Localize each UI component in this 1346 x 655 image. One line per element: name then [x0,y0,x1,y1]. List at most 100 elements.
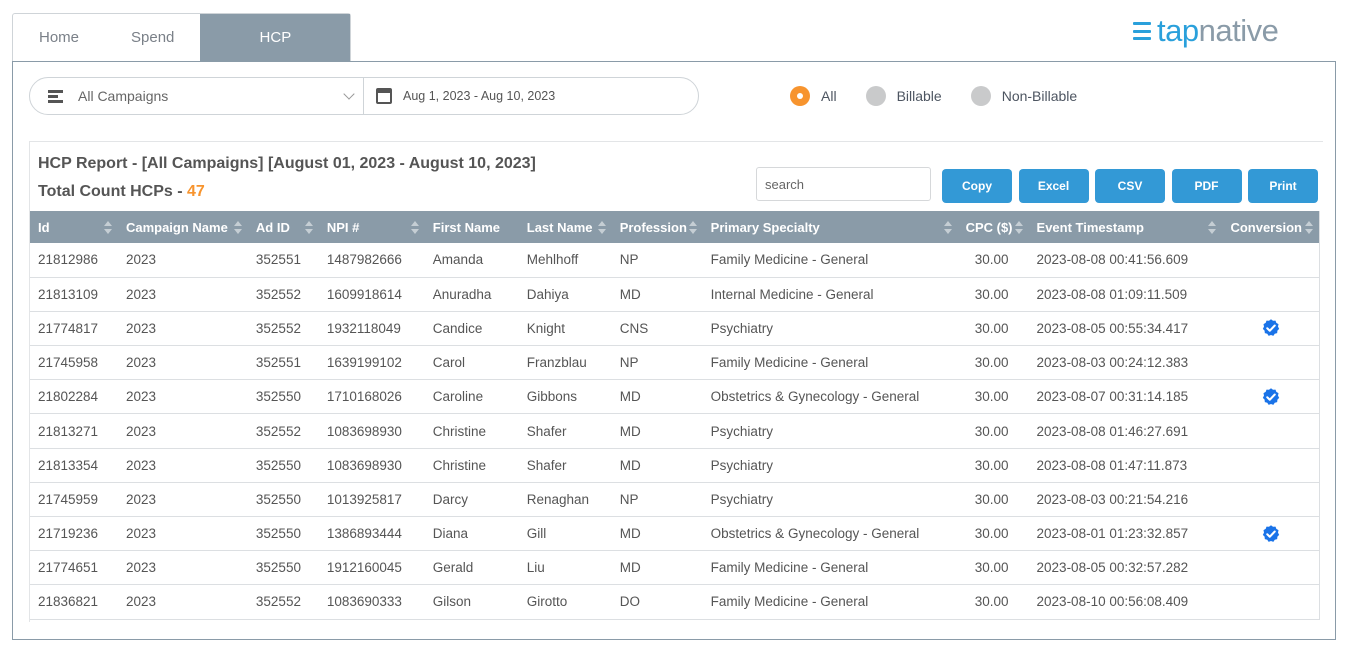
table-row[interactable]: 21813271 2023 352552 1083698930 Christine Sha… [30,414,1320,449]
cell-conversion [1222,448,1319,482]
cell-npi: 1013925817 [326,491,402,507]
column-header-first-name[interactable]: First Name [425,211,519,243]
excel-button[interactable]: Excel [1018,169,1089,203]
cell-npi: 1386893444 [326,526,402,542]
cell-first-name: Christine [432,423,487,439]
cell-conversion [1222,346,1319,380]
cell-ad-id: 352552 [255,423,301,439]
cell-campaign-name: 2023 [125,286,156,302]
cell-cpc: 30.00 [974,355,1009,371]
cell-ad-id: 352551 [255,355,301,371]
column-header-primary-specialty[interactable]: Primary Specialty [703,211,958,243]
cell-first-name: Darcy [432,491,469,507]
cell-conversion [1222,277,1319,311]
cell-event-timestamp: 2023-08-07 00:31:14.185 [1036,389,1189,405]
cell-ad-id: 352552 [255,594,301,610]
cell-primary-specialty: Internal Medicine - General [710,286,874,302]
cell-conversion [1222,414,1319,448]
tab-home[interactable]: Home [13,14,105,62]
copy-button[interactable]: Copy [942,169,1012,203]
column-header-conversion[interactable]: Conversion [1222,211,1319,243]
tab-hcp-reporting[interactable]: HCP Reporting [200,14,351,94]
report-section: HCP Report - [All Campaigns] [August 01,… [29,141,1323,622]
cell-profession: NP [619,355,639,371]
sort-icon [943,221,952,234]
radio-non-billable[interactable]: Non-Billable [970,86,1077,106]
column-header-profession[interactable]: Profession [612,211,703,243]
count-label: Total Count HCPs - [38,183,188,200]
column-header-ad-id[interactable]: Ad ID [248,211,319,243]
cell-campaign-name: 2023 [125,457,156,473]
table-row[interactable]: 21719236 2023 352550 1386893444 Diana Gill MD O… [30,517,1320,551]
cell-ad-id: 352551 [255,252,301,268]
cell-ad-id: 352550 [255,491,301,507]
pdf-button[interactable]: PDF [1171,169,1242,203]
count-value: 47 [187,183,205,200]
cell-campaign-name: 2023 [125,252,156,268]
cell-id: 21719236 [38,526,99,542]
cell-first-name: Christine [432,457,487,473]
column-header-cpc[interactable]: CPC ($) [958,211,1029,243]
column-header-campaign-name[interactable]: Campaign Name [118,211,248,243]
table-row[interactable]: 21812986 2023 352551 1487982666 Amanda Mehlho… [30,243,1320,278]
campaign-select[interactable]: All Campaigns [30,78,364,114]
column-header-id[interactable]: Id [30,211,118,243]
cell-id: 21774651 [38,560,99,576]
cell-primary-specialty: Family Medicine - General [710,594,869,610]
column-header-npi[interactable]: NPI # [319,211,425,243]
cell-npi: 1083698930 [326,457,402,473]
cell-last-name: Knight [526,320,566,336]
cell-campaign-name: 2023 [125,491,156,507]
cell-profession: NP [619,491,639,507]
list-icon [48,89,63,103]
menu-bars-icon [1133,22,1151,40]
cell-conversion [1222,517,1319,551]
table-row[interactable]: 21813109 2023 352552 1609918614 Anuradha Dahi… [30,277,1320,312]
cell-last-name: Renaghan [526,491,590,507]
cell-primary-specialty: Psychiatry [710,423,773,439]
cell-cpc: 30.00 [974,389,1009,405]
cell-id: 21745959 [38,491,99,507]
table-row[interactable]: 21774817 2023 352552 1932118049 Candice Knigh… [30,311,1320,346]
cell-campaign-name: 2023 [125,320,156,336]
table-row[interactable]: 21745959 2023 352550 1013925817 Darcy Renagha… [30,482,1320,517]
cell-last-name: Franzblau [526,355,587,371]
cell-campaign-name: 2023 [125,389,156,405]
report-count: Total Count HCPs - 47 [38,183,205,201]
radio-label: All [821,88,837,104]
tab-spend[interactable]: Spend [105,14,200,62]
csv-button[interactable]: CSV [1095,169,1165,203]
cell-id: 21813271 [38,423,99,439]
cell-primary-specialty: Obstetrics & Gynecology - General [710,389,920,405]
hcp-table: Id Campaign Name Ad ID NPI # First Name … [30,211,1320,620]
date-range-picker[interactable]: Aug 1, 2023 - Aug 10, 2023 [364,78,698,114]
cell-profession: MD [619,526,641,542]
sort-icon [1014,221,1023,234]
column-header-last-name[interactable]: Last Name [519,211,612,243]
cell-event-timestamp: 2023-08-05 00:32:57.282 [1036,560,1189,576]
search-input[interactable] [756,167,931,201]
cell-first-name: Anuradha [432,286,492,302]
cell-event-timestamp: 2023-08-08 01:46:27.691 [1036,423,1189,439]
radio-all[interactable]: All [790,86,837,106]
table-row[interactable]: 21774651 2023 352550 1912160045 Gerald Liu MD F… [30,551,1320,585]
column-header-event-timestamp[interactable]: Event Timestamp [1029,211,1223,243]
cell-last-name: Gibbons [526,389,578,405]
table-row[interactable]: 21813354 2023 352550 1083698930 Christine Sha… [30,448,1320,483]
cell-cpc: 30.00 [974,457,1009,473]
cell-npi: 1083690333 [326,594,402,610]
table-header-row: Id Campaign Name Ad ID NPI # First Name … [30,211,1320,243]
table-row[interactable]: 21802284 2023 352550 1710168026 Caroline Gibb… [30,380,1320,414]
chevron-down-icon [343,87,355,100]
table-row[interactable]: 21745958 2023 352551 1639199102 Carol Franzbl… [30,346,1320,380]
cell-conversion [1222,311,1319,345]
table-row[interactable]: 21836821 2023 352552 1083690333 Gilson Girott… [30,585,1320,620]
print-button[interactable]: Print [1248,169,1318,203]
cell-profession: MD [619,457,641,473]
radio-billable[interactable]: Billable [865,86,942,106]
cell-npi: 1639199102 [326,355,402,371]
cell-id: 21802284 [38,389,99,405]
cell-event-timestamp: 2023-08-08 00:41:56.609 [1036,252,1189,268]
sort-icon [1305,221,1313,234]
cell-first-name: Diana [432,526,469,542]
